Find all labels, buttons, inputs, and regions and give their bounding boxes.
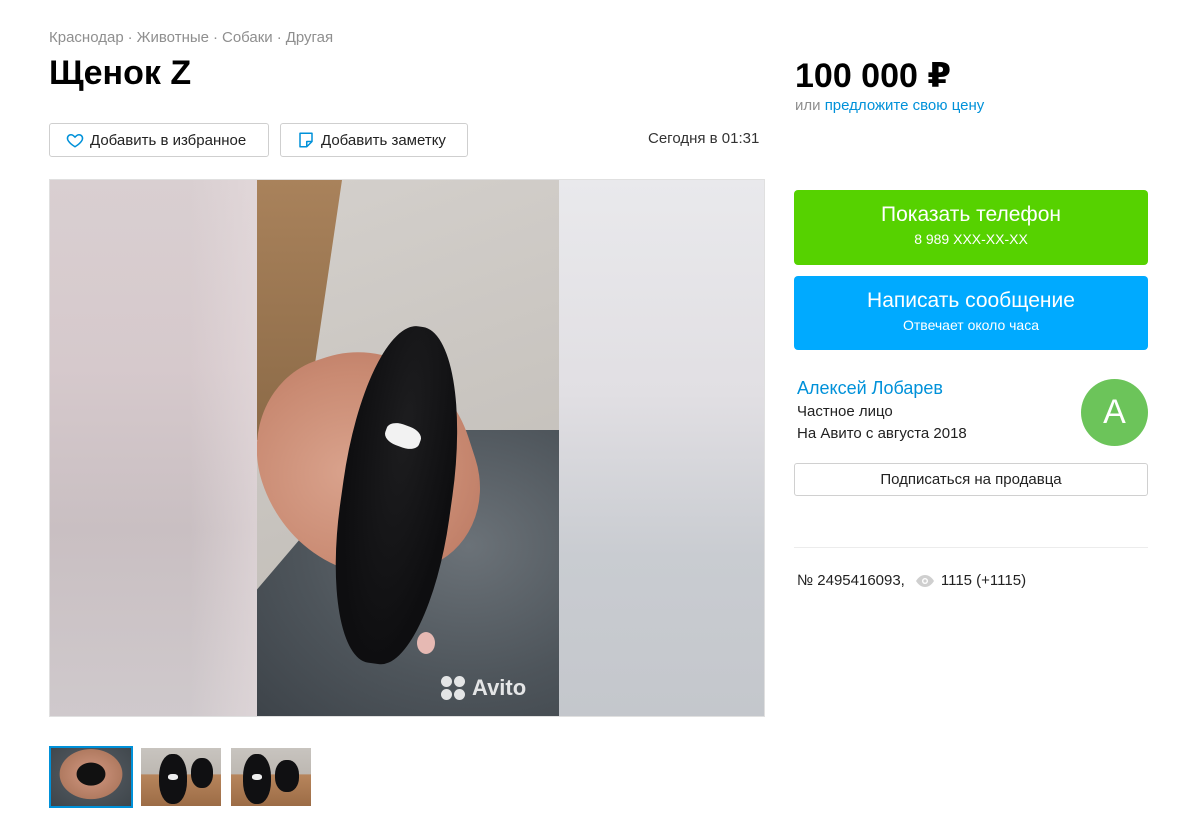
photo-puppy-paw — [417, 632, 435, 654]
write-message-label: Написать сообщение — [867, 289, 1075, 312]
eye-icon — [915, 574, 935, 588]
photo-blur-background-left — [50, 180, 257, 716]
watermark-text: Avito — [472, 675, 527, 700]
breadcrumb-separator: · — [276, 29, 282, 46]
add-note-button[interactable]: Добавить заметку — [280, 123, 468, 157]
price-offer-prefix: или — [795, 97, 821, 114]
breadcrumb: Краснодар · Животные · Собаки · Другая — [49, 29, 333, 46]
breadcrumb-category[interactable]: Животные — [137, 29, 209, 46]
show-phone-button[interactable]: Показать телефон 8 989 XXX-XX-XX — [794, 190, 1148, 265]
thumbnail-strip — [49, 746, 313, 808]
seller-since: На Авито с августа 2018 — [797, 425, 967, 442]
seller-type: Частное лицо — [797, 403, 893, 420]
response-time: Отвечает около часа — [902, 317, 1040, 333]
seller-avatar[interactable]: А — [1081, 379, 1148, 446]
breadcrumb-separator: · — [127, 29, 133, 46]
thumbnail-2[interactable] — [139, 746, 223, 808]
offer-price-link[interactable]: предложите свою цену — [825, 97, 985, 114]
thumbnail-1[interactable] — [49, 746, 133, 808]
main-photo[interactable]: Avito — [49, 179, 765, 717]
show-phone-label: Показать телефон — [881, 203, 1061, 226]
item-number: № 2495416093, — [797, 572, 905, 589]
add-note-label: Добавить заметку — [321, 131, 446, 149]
add-to-favorites-label: Добавить в избранное — [90, 131, 247, 149]
add-to-favorites-button[interactable]: Добавить в избранное — [49, 123, 269, 157]
view-count: 1115 (+1115) — [940, 572, 1027, 589]
page-title: Щенок Z — [49, 54, 192, 92]
thumbnail-3[interactable] — [229, 746, 313, 808]
avito-logo-icon — [440, 675, 466, 701]
note-icon — [297, 131, 315, 149]
phone-masked: 8 989 XXX-XX-XX — [914, 231, 1028, 247]
write-message-button[interactable]: Написать сообщение Отвечает около часа — [794, 276, 1148, 350]
divider — [794, 547, 1148, 548]
breadcrumb-breed[interactable]: Другая — [286, 29, 333, 46]
puppy-photo: Avito — [257, 180, 559, 716]
publish-date: Сегодня в 01:31 — [648, 130, 760, 147]
breadcrumb-separator: · — [212, 29, 218, 46]
breadcrumb-city[interactable]: Краснодар — [49, 29, 124, 46]
seller-name-link[interactable]: Алексей Лобарев — [797, 378, 943, 399]
heart-icon — [66, 131, 84, 149]
breadcrumb-subcategory[interactable]: Собаки — [222, 29, 273, 46]
avito-watermark: Avito — [440, 675, 526, 701]
price-offer: или предложите свою цену — [795, 97, 984, 114]
item-info: № 2495416093, 1115 (+1115) — [797, 572, 1026, 589]
price: 100 000 ₽ — [795, 57, 952, 95]
photo-blur-background-right — [559, 180, 764, 716]
subscribe-seller-button[interactable]: Подписаться на продавца — [794, 463, 1148, 496]
